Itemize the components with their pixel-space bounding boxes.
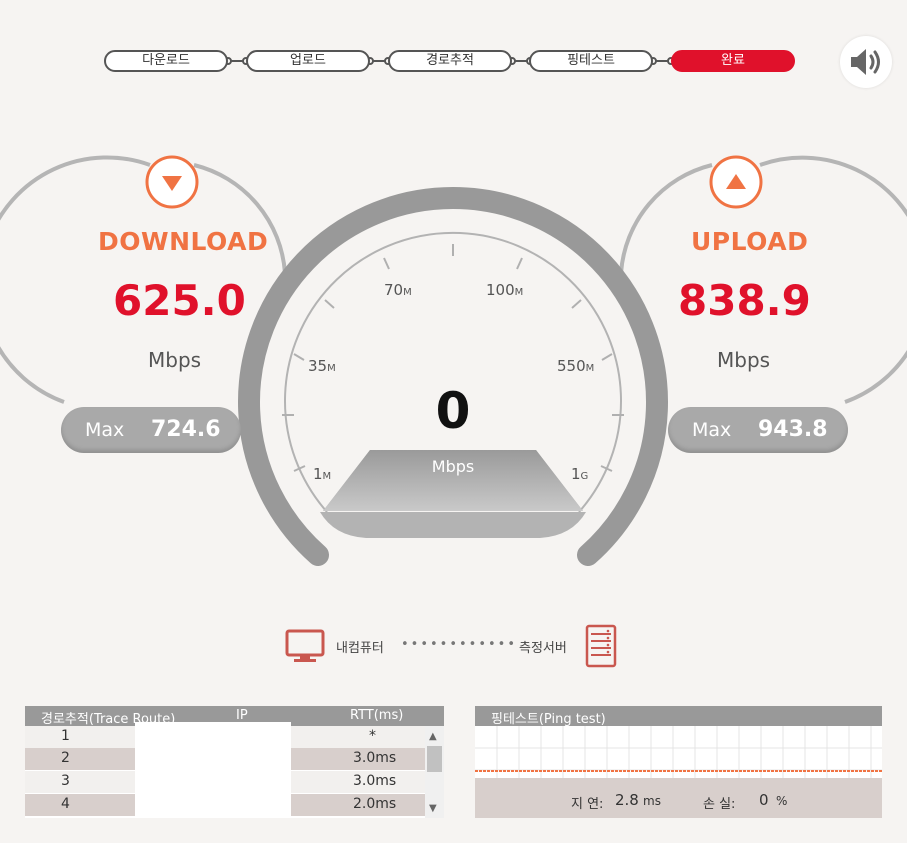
traceroute-table: 경로추적(Trace Route) IP RTT(ms) 1 * 2 3.0ms… [25,706,444,818]
gauge-tick-label: 1M [313,465,332,483]
server-icon [585,624,617,668]
latency-unit: ms [643,794,661,808]
connection-dots: •••••••••••• [401,637,518,652]
download-max-label: Max [85,419,125,441]
download-max: Max 724.6 [61,407,241,453]
upload-value: 838.9 [678,276,811,325]
gauge-unit: Mbps [431,457,475,476]
loss-unit: % [776,794,788,808]
scroll-up-icon[interactable]: ▲ [429,732,437,742]
upload-unit: Mbps [717,348,771,372]
upload-max-value: 943.8 [758,417,828,442]
gauge-tick-label: 35M [308,357,336,375]
redacted-ip-mask [135,722,291,818]
scroll-down-icon[interactable]: ▼ [429,804,437,814]
latency-value: 2.8 [615,791,639,809]
latency-label: 지 연: [571,797,604,812]
download-unit: Mbps [148,348,202,372]
ping-test-panel: 핑테스트(Ping test) 지 연: 2.8 ms 손 실: 0 % [475,706,882,818]
download-value: 625.0 [113,276,246,325]
gauge-tick-label: 550M [557,357,595,375]
ping-title: 핑테스트(Ping test) [491,712,606,727]
download-label: DOWNLOAD [98,227,269,256]
upload-ring-arc [619,163,713,274]
loss-label: 손 실: [703,797,736,812]
ping-header: 핑테스트(Ping test) [475,706,882,727]
ping-graph [475,726,882,778]
traceroute-scrollbar[interactable]: ▲ ▼ [425,726,444,818]
local-computer-label: 내컴퓨터 [336,641,384,656]
upload-max: Max 943.8 [668,407,848,453]
monitor-icon [285,629,325,662]
upload-label: UPLOAD [691,227,809,256]
loss-value: 0 [759,791,769,809]
gauge-tick-label: 100M [486,281,524,299]
download-max-value: 724.6 [151,417,221,442]
col-ip: IP [236,708,248,723]
connection-path: 내컴퓨터 •••••••••••• 측정서버 [284,624,624,668]
gauge-tick-label: 1G [571,465,589,483]
upload-max-label: Max [692,419,732,441]
gauge-base [320,512,586,538]
download-ring-arc [193,163,287,274]
scroll-thumb[interactable] [427,746,442,772]
gauge-tick-label: 70M [384,281,412,299]
col-rtt: RTT(ms) [350,708,404,723]
server-label: 측정서버 [519,641,567,656]
ping-stats: 지 연: 2.8 ms 손 실: 0 % [475,778,882,818]
gauge-current-value: 0 [435,382,471,440]
